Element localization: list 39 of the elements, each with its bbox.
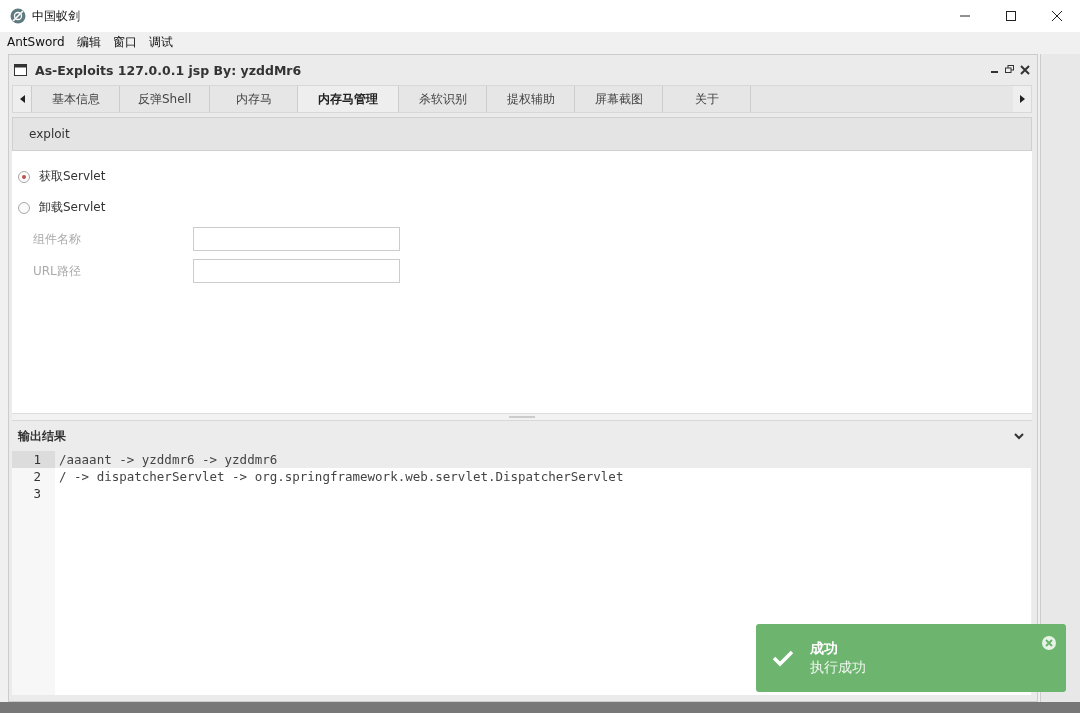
close-button[interactable] — [1018, 63, 1032, 77]
close-icon — [1020, 65, 1030, 75]
output-title: 输出结果 — [18, 427, 66, 445]
scroll-left-button[interactable] — [13, 86, 31, 112]
line-number: 1 — [12, 451, 55, 468]
radio-button[interactable] — [18, 201, 30, 214]
menu-item[interactable]: AntSword — [7, 35, 65, 49]
chevron-down-icon[interactable] — [1014, 432, 1024, 440]
input-field[interactable] — [193, 259, 400, 283]
close-icon — [1051, 10, 1063, 22]
window-title: 中国蚁剑 — [32, 7, 80, 25]
window-icon — [14, 64, 27, 76]
splitter-handle[interactable] — [509, 416, 535, 418]
tab[interactable]: 内存马管理 — [297, 86, 399, 112]
code-line: / -> dispatcherServlet -> org.springframework.web.servlet.DispatcherServlet — [59, 469, 624, 484]
right-triangle-icon — [1019, 95, 1025, 103]
left-triangle-icon — [19, 95, 25, 103]
field-label: URL路径 — [33, 262, 82, 280]
panel-title: As-Exploits 127.0.0.1 jsp By: yzddMr6 — [35, 62, 302, 78]
radio-label: 卸载Servlet — [39, 199, 106, 216]
scroll-right-button[interactable] — [1013, 86, 1031, 112]
close-icon — [1045, 639, 1053, 647]
code-line: /aaaant -> yzddmr6 -> yzddmr6 — [59, 452, 278, 467]
maximize-icon — [1005, 10, 1017, 22]
toast-message: 执行成功 — [810, 658, 866, 677]
toast-title: 成功 — [810, 639, 839, 658]
input-field[interactable] — [193, 227, 400, 251]
menu-item[interactable]: 窗口 — [112, 33, 137, 51]
checkmark-icon — [772, 649, 794, 667]
app-logo-icon — [10, 8, 26, 24]
restore-icon — [1005, 65, 1014, 74]
line-number: 2 — [32, 468, 42, 485]
line-number: 3 — [32, 485, 42, 502]
menu-item[interactable]: 调试 — [148, 33, 173, 51]
radio-label: 获取Servlet — [39, 168, 106, 185]
field-label: 组件名称 — [33, 230, 82, 248]
radio-button[interactable] — [18, 170, 30, 183]
menu-item[interactable]: 编辑 — [76, 33, 101, 51]
exploit-button[interactable]: exploit — [13, 123, 86, 145]
